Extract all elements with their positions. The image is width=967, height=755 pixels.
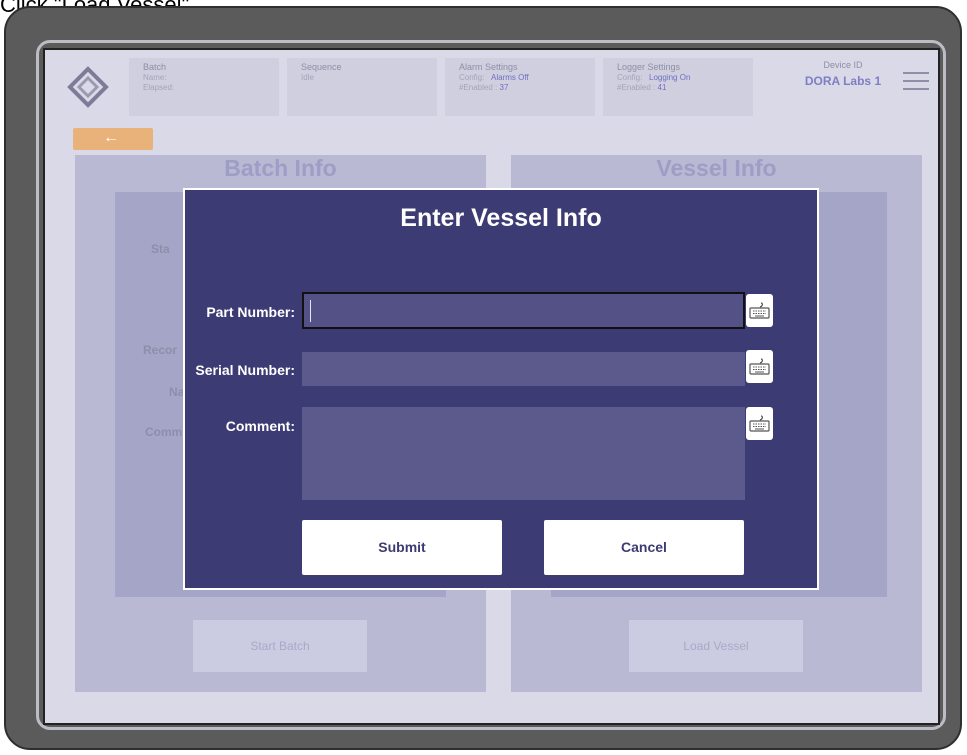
alarm-settings-card[interactable]: Alarm Settings Config: Alarms Off #Enabl… (445, 58, 595, 116)
load-vessel-button[interactable]: Load Vessel (629, 620, 803, 672)
keyboard-icon[interactable] (746, 350, 773, 383)
hamburger-menu-icon[interactable] (903, 72, 929, 96)
alarm-enabled-value: 37 (499, 83, 509, 92)
alarm-config-value: Alarms Off (491, 73, 529, 82)
vessel-info-title: Vessel Info (656, 155, 777, 181)
batch-elapsed-label: Elapsed: (143, 83, 175, 92)
back-button[interactable]: ← (73, 128, 153, 150)
logger-config-line: Config: Logging On (617, 73, 691, 82)
serial-number-label: Serial Number: (195, 362, 295, 378)
batch-info-title: Batch Info (224, 155, 337, 181)
logger-enabled-value: 41 (657, 83, 667, 92)
enter-vessel-info-dialog: Enter Vessel Info Part Number: Serial Nu… (183, 188, 819, 590)
device-id-label: Device ID (823, 60, 863, 70)
comment-textarea[interactable] (302, 407, 745, 500)
keyboard-icon[interactable] (746, 294, 773, 327)
logger-config-value: Logging On (649, 73, 691, 82)
sequence-value: Idle (301, 73, 314, 82)
app-screen: Batch Name: Elapsed: Sequence Idle Alarm… (43, 48, 940, 725)
sequence-title: Sequence (301, 62, 342, 72)
serial-number-input[interactable] (302, 352, 745, 386)
batch-status-card: Batch Name: Elapsed: (129, 58, 279, 116)
logo-icon (67, 66, 109, 108)
part-number-label: Part Number: (206, 304, 295, 320)
batch-recorder-label: Recor (143, 343, 178, 357)
comment-label: Comment: (225, 418, 295, 434)
logger-settings-card[interactable]: Logger Settings Config: Logging On #Enab… (603, 58, 753, 116)
cancel-button[interactable]: Cancel (544, 520, 744, 575)
text-cursor (310, 300, 311, 322)
batch-title: Batch (143, 62, 167, 72)
start-batch-button[interactable]: Start Batch (193, 620, 367, 672)
batch-comment-label: Comm (145, 425, 183, 439)
dialog-title: Enter Vessel Info (400, 204, 602, 232)
part-number-input[interactable] (302, 292, 745, 329)
submit-button[interactable]: Submit (302, 520, 502, 575)
keyboard-icon[interactable] (746, 407, 773, 440)
alarm-settings-title: Alarm Settings (459, 62, 518, 72)
alarm-config-line: Config: Alarms Off (459, 73, 529, 82)
device-id: Device ID DORA Labs 1 (793, 60, 893, 88)
batch-name-label: Name: (143, 73, 167, 82)
batch-start-label: Sta (151, 242, 170, 256)
device-id-value: DORA Labs 1 (804, 74, 882, 88)
logger-settings-title: Logger Settings (617, 62, 681, 72)
logger-enabled-line: #Enabled : 41 (617, 83, 667, 92)
tablet-device-frame: Batch Name: Elapsed: Sequence Idle Alarm… (4, 6, 962, 750)
alarm-enabled-line: #Enabled : 37 (459, 83, 509, 92)
sequence-status-card: Sequence Idle (287, 58, 437, 116)
